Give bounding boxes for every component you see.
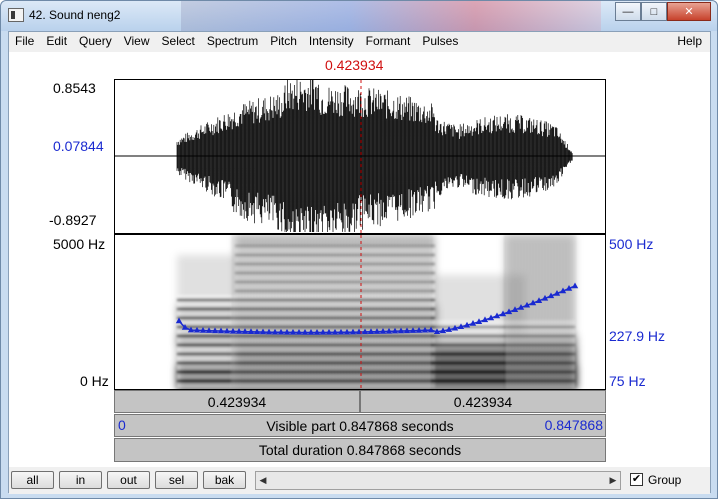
menu-spectrum[interactable]: Spectrum xyxy=(201,32,264,51)
menu-select[interactable]: Select xyxy=(156,32,201,51)
visible-end-time: 0.847868 xyxy=(544,417,603,433)
title-bar[interactable]: 42. Sound neng2 — □ ✕ xyxy=(1,1,717,31)
scroll-right-arrow-icon[interactable]: ▶ xyxy=(606,472,620,489)
left-segment-bar[interactable]: 0.423934 xyxy=(114,390,360,413)
spectrogram-plot xyxy=(115,235,605,389)
spectrogram-bottom-label: 0 Hz xyxy=(80,373,109,389)
background-windows xyxy=(181,1,601,31)
maximize-button[interactable]: □ xyxy=(641,2,667,21)
zoom-selection-button[interactable]: sel xyxy=(155,471,198,489)
menu-help[interactable]: Help xyxy=(677,34,702,48)
pitch-cursor-label: 227.9 Hz xyxy=(609,328,666,344)
visible-start-time: 0 xyxy=(118,417,126,433)
menu-formant[interactable]: Formant xyxy=(360,32,417,51)
close-button[interactable]: ✕ xyxy=(667,2,711,21)
right-segment-duration: 0.423934 xyxy=(453,393,513,410)
group-checkbox[interactable]: ✔ xyxy=(630,473,643,486)
spectrogram-top-label: 5000 Hz xyxy=(53,236,106,252)
minimize-button[interactable]: — xyxy=(615,2,641,21)
menu-query[interactable]: Query xyxy=(73,32,118,51)
window-client: File Edit Query View Select Spectrum Pit… xyxy=(8,31,711,494)
scroll-left-arrow-icon[interactable]: ◀ xyxy=(256,472,270,489)
praat-sound-window: 42. Sound neng2 — □ ✕ File Edit Query Vi… xyxy=(0,0,718,499)
cursor-time-label: 0.423934 xyxy=(325,57,384,73)
visible-part-text: Visible part 0.847868 seconds xyxy=(266,417,454,434)
menu-pitch[interactable]: Pitch xyxy=(264,32,303,51)
zoom-all-button[interactable]: all xyxy=(11,471,54,489)
total-duration-text: Total duration 0.847868 seconds xyxy=(258,442,462,458)
visible-part-bar[interactable]: 0 Visible part 0.847868 seconds 0.847868 xyxy=(114,414,606,437)
zoom-out-button[interactable]: out xyxy=(107,471,150,489)
pitch-top-label: 500 Hz xyxy=(609,236,654,252)
wave-max-label: 0.8543 xyxy=(53,80,96,96)
waveform-plot xyxy=(115,80,605,233)
menu-bar: File Edit Query View Select Spectrum Pit… xyxy=(9,32,710,51)
time-scrollbar[interactable]: ◀ ▶ xyxy=(255,471,621,490)
wave-mid-label: 0.07844 xyxy=(53,138,104,154)
menu-intensity[interactable]: Intensity xyxy=(303,32,360,51)
waveform-signal xyxy=(176,80,573,232)
zoom-back-button[interactable]: bak xyxy=(203,471,246,489)
total-duration-bar[interactable]: Total duration 0.847868 seconds xyxy=(114,438,606,462)
wave-min-label: -0.8927 xyxy=(49,212,97,228)
pitch-bottom-label: 75 Hz xyxy=(609,373,646,389)
spectrogram-panel[interactable] xyxy=(114,234,606,390)
sound-editor-canvas[interactable]: 0.423934 0.8543 0.07844 -0.8927 5000 Hz … xyxy=(9,52,710,467)
app-icon xyxy=(8,8,24,22)
group-label: Group xyxy=(648,473,682,487)
left-segment-duration: 0.423934 xyxy=(207,393,267,410)
waveform-trace xyxy=(176,80,573,232)
menu-edit[interactable]: Edit xyxy=(40,32,73,51)
zoom-in-button[interactable]: in xyxy=(59,471,102,489)
menu-pulses[interactable]: Pulses xyxy=(416,32,464,51)
window-title: 42. Sound neng2 xyxy=(29,8,121,22)
menu-view[interactable]: View xyxy=(118,32,156,51)
waveform-panel[interactable] xyxy=(114,79,606,234)
glottal-pulses xyxy=(231,235,575,389)
menu-file[interactable]: File xyxy=(9,32,40,51)
window-controls: — □ ✕ xyxy=(615,2,711,21)
right-segment-bar[interactable]: 0.423934 xyxy=(360,390,606,413)
bottom-toolbar: all in out sel bak ◀ ▶ ✔ Group xyxy=(9,467,710,494)
